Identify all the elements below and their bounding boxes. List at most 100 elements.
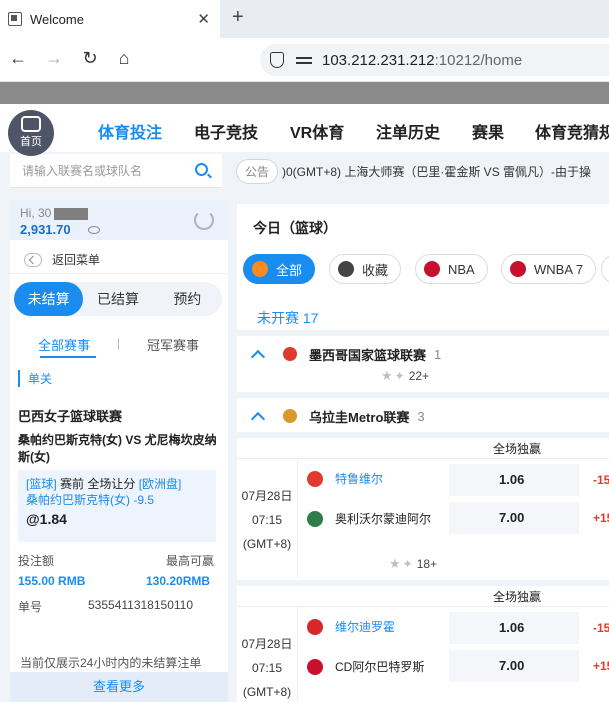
site-info-icon[interactable] [296, 55, 312, 65]
shield-icon[interactable] [270, 52, 284, 68]
column-divider [297, 606, 298, 702]
search-input[interactable] [22, 163, 182, 178]
tab-reserved[interactable]: 预约 [153, 282, 222, 316]
team-name: 维尔迪罗霍 [335, 620, 396, 634]
home-odds[interactable]: 1.06 [499, 620, 524, 635]
event-tabs: 全部赛事 冠军赛事 [10, 330, 228, 358]
selection: 桑帕约巴斯克特(女) -9.5 [26, 493, 155, 507]
more-markets[interactable]: ★ ✦ 22+ [381, 368, 501, 388]
away-team[interactable]: 奥利沃尔蒙迪阿尔 [307, 510, 431, 527]
away-odds[interactable]: 7.00 [499, 510, 524, 525]
league-name: 乌拉圭Metro联赛 [309, 409, 410, 425]
team-logo-icon [307, 510, 323, 527]
team-logo-icon [307, 618, 323, 635]
bet-panel: Hi, 30 2,931.70 返回菜单 未结算 已结算 预约 全部赛事 冠军赛… [10, 200, 228, 702]
tab-all-events[interactable]: 全部赛事 [10, 335, 118, 354]
star-icon[interactable]: ★ [381, 368, 393, 384]
home-handicap[interactable]: -15 [593, 473, 609, 487]
category-filters: 全部 收藏 NBA WNBA 7 [243, 254, 609, 286]
star-icon[interactable]: ★ [389, 556, 401, 572]
search-icon[interactable] [195, 163, 208, 176]
section-divider [237, 392, 609, 398]
row-divider [237, 606, 609, 607]
nav-sports-betting[interactable]: 体育投注 [98, 119, 162, 143]
nav-bet-history[interactable]: 注单历史 [376, 119, 440, 143]
tab-settled[interactable]: 已结算 [83, 282, 152, 316]
match-timezone: (GMT+8) [242, 537, 292, 551]
back-to-menu[interactable]: 返回菜单 [10, 246, 228, 274]
market-header: 全场独赢 [493, 442, 542, 456]
league-header[interactable]: 墨西哥国家篮球联赛 1 [237, 338, 609, 370]
notice-24h: 当前仅展示24小时内的未结算注单 [20, 656, 202, 670]
home-odds[interactable]: 1.06 [499, 472, 524, 487]
away-handicap[interactable]: +15 [593, 659, 609, 673]
nav-rules[interactable]: 体育竞猜规 [535, 119, 609, 143]
nav-vr-sports[interactable]: VR体育 [290, 119, 344, 143]
not-started-count[interactable]: 未开赛 17 [257, 308, 318, 328]
tab-unsettled[interactable]: 未结算 [14, 282, 84, 316]
away-odds[interactable]: 7.00 [499, 658, 524, 673]
chip-favorites[interactable]: 收藏 [329, 254, 402, 284]
new-tab-icon[interactable]: + [232, 6, 244, 29]
match-clock: 07:15 [251, 513, 283, 527]
nav-esports[interactable]: 电子竞技 [194, 119, 258, 143]
back-icon [24, 252, 42, 267]
announcement-text: )0(GMT+8) 上海大师赛（巴里·霍金斯 VS 雷佩凡）-由于操 [282, 164, 592, 179]
chip-wnba[interactable]: WNBA 7 [501, 254, 597, 284]
browser-tab[interactable]: Welcome ✕ [0, 0, 220, 38]
slip-odds: @1.84 [26, 511, 67, 527]
pin-icon[interactable]: ✦ [395, 369, 405, 383]
home-icon[interactable]: ⌂ [112, 48, 136, 69]
tab-outright-events[interactable]: 冠军赛事 [119, 335, 227, 354]
account-summary: Hi, 30 2,931.70 [10, 200, 228, 240]
match-time: 07月28日 07:15 (GMT+8) [237, 632, 297, 702]
grid-icon [252, 261, 268, 277]
section-divider [237, 330, 609, 336]
section-title: 今日（篮球） [253, 220, 337, 236]
chip-nba[interactable]: NBA [415, 254, 488, 284]
reload-icon[interactable]: ↻ [78, 48, 102, 69]
chevron-up-icon[interactable] [250, 411, 266, 427]
home-team[interactable]: 维尔迪罗霍 [307, 618, 395, 635]
address-bar[interactable]: 103.212.231.212:10212/home [260, 44, 609, 76]
forward-arrow-icon[interactable]: → [42, 48, 66, 69]
home-handicap[interactable]: -15 [593, 621, 609, 635]
more-markets[interactable]: ★ ✦ 18+ [389, 556, 509, 576]
chevron-up-icon[interactable] [250, 349, 266, 365]
close-tab-icon[interactable]: ✕ [197, 10, 210, 28]
home-icon [21, 116, 41, 132]
home-button[interactable]: 首页 [8, 110, 54, 156]
see-more-button[interactable]: 查看更多 [10, 672, 228, 702]
url-host: 103.212.231.212 [322, 51, 435, 69]
chip-label: NBA [448, 261, 475, 277]
league-name: 墨西哥国家篮球联赛 [309, 347, 427, 363]
stake-label: 投注额 [18, 554, 55, 568]
payout-amount: 130.20RMB [146, 574, 211, 588]
chip-all[interactable]: 全部 [243, 254, 316, 284]
slip-detail: [篮球] 赛前 全场让分 [欧洲盘] 桑帕约巴斯克特(女) -9.5 @1.84 [18, 470, 216, 542]
home-team[interactable]: 特鲁维尔 [307, 470, 383, 487]
chip-label: 全部 [276, 262, 303, 278]
row-divider [237, 458, 609, 459]
odds-type: [欧洲盘] [138, 477, 182, 491]
pin-icon[interactable]: ✦ [403, 557, 413, 571]
eye-icon[interactable] [88, 226, 100, 234]
away-team[interactable]: CD阿尔巴特罗斯 [307, 658, 424, 675]
league-count: 3 [417, 408, 425, 424]
active-tab-underline [40, 356, 96, 358]
nav-results[interactable]: 赛果 [472, 119, 504, 143]
tab-title: Welcome [30, 11, 84, 27]
league-header[interactable]: 乌拉圭Metro联赛 3 [237, 400, 609, 432]
bet-status-tabs: 未结算 已结算 预约 [14, 282, 222, 316]
slip-match: 桑帕约巴斯克特(女) VS 尤尼梅坎皮纳斯(女) [18, 433, 217, 464]
announcement-badge[interactable]: 公告 [236, 158, 279, 184]
away-handicap[interactable]: +15 [593, 511, 609, 525]
browser-toolbar: ← → ↻ ⌂ 103.212.231.212:10212/home [0, 38, 609, 82]
slip-type: 单关 [18, 370, 228, 387]
chip-next[interactable] [601, 254, 609, 284]
more-count: 18+ [416, 557, 438, 571]
back-arrow-icon[interactable]: ← [6, 48, 30, 69]
refresh-icon[interactable] [194, 210, 214, 230]
order-number: 5355411318150110 [88, 598, 193, 612]
greeting: Hi, 30 [20, 206, 89, 220]
